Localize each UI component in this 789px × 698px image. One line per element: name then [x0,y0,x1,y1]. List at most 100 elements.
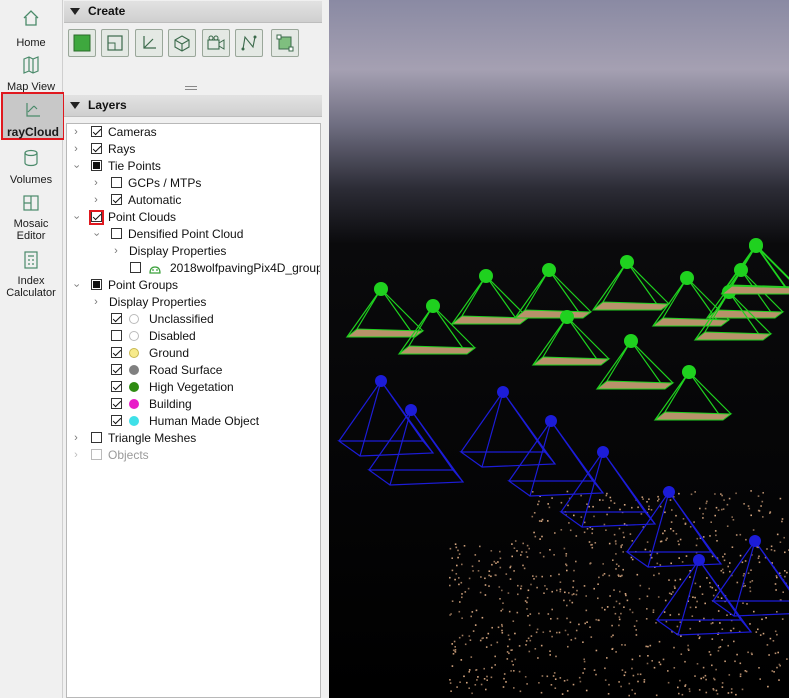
tree-row-display-properties[interactable]: › Display Properties [67,294,320,311]
road-surface-checkbox[interactable] [111,364,122,375]
tree-row-cameras[interactable]: › Cameras [67,124,320,141]
chevron-right-icon[interactable]: › [71,124,81,141]
tree-row-automatic[interactable]: › Automatic [67,192,320,209]
new-polyline-button[interactable] [235,29,263,57]
rays-checkbox[interactable] [91,143,102,154]
camera-position [375,375,387,387]
unclassified-checkbox[interactable] [111,313,122,324]
automatic-checkbox[interactable] [111,194,122,205]
building-checkbox[interactable] [111,398,122,409]
ground-point [468,671,470,673]
ground-point [457,549,459,552]
new-clip-box-button[interactable] [271,29,299,57]
chevron-right-icon[interactable]: › [91,192,101,209]
chevron-right-icon[interactable]: › [71,447,81,464]
ground-point [769,637,772,640]
new-surface-icon [107,35,123,51]
ground-point [649,644,652,647]
chevron-right-icon[interactable]: › [91,294,101,311]
chevron-down-icon[interactable]: › [88,230,105,240]
point-groups-checkbox[interactable] [91,279,102,290]
new-surface-button[interactable] [101,29,129,57]
ground-point [694,596,696,599]
ground-point [511,543,513,545]
ground-point [551,635,553,638]
chevron-right-icon[interactable]: › [111,243,121,260]
gcps-checkbox[interactable] [111,177,122,188]
ground-point [637,506,639,509]
nav-item-mosaic-editor[interactable]: Mosaic Editor [0,193,62,245]
ground-point [618,602,621,605]
tree-row-building[interactable]: Building [67,396,320,413]
ground-point [714,493,716,495]
nav-item-raycloud[interactable]: rayCloud [1,92,65,140]
ground-point [583,585,586,587]
ground-point [684,522,687,525]
chevron-right-icon[interactable]: › [91,175,101,192]
tree-row-road-surface[interactable]: Road Surface [67,362,320,379]
ground-checkbox[interactable] [111,347,122,358]
3d-scene[interactable] [329,0,789,698]
tree-row-objects[interactable]: › Objects [67,447,320,464]
layers-section-header[interactable]: Layers [64,95,322,117]
ground-point [714,514,716,517]
ground-point [698,620,701,623]
ground-point [564,629,567,632]
layers-tree: › Cameras › Rays › Tie Points › GCPs / M… [66,123,321,698]
tree-row-point-clouds[interactable]: › Point Clouds [67,209,320,226]
objects-checkbox[interactable] [91,449,102,460]
chevron-down-icon[interactable]: › [68,281,85,291]
raycloud-3d-view[interactable] [329,0,789,698]
nav-item-index-calculator[interactable]: Index Calculator [0,250,62,302]
group-checkbox[interactable] [130,262,141,273]
tree-row-unclassified[interactable]: Unclassified [67,311,320,328]
tree-label: Densified Point Cloud [128,227,244,241]
tree-row-triangle-meshes[interactable]: › Triangle Meshes [67,430,320,447]
densified-checkbox[interactable] [111,228,122,239]
ground-point [470,656,473,658]
new-video-camera-button[interactable] [202,29,230,57]
tree-row-gcps[interactable]: › GCPs / MTPs [67,175,320,192]
tree-row-human-made-object[interactable]: Human Made Object [67,413,320,430]
chevron-down-icon[interactable]: › [68,213,85,223]
tree-row-rays[interactable]: › Rays [67,141,320,158]
cameras-checkbox[interactable] [91,126,102,137]
high-vegetation-checkbox[interactable] [111,381,122,392]
ground-point [747,572,750,574]
tree-row-disabled[interactable]: Disabled [67,328,320,345]
camera-image-plane [720,285,789,295]
tree-row-ground[interactable]: Ground [67,345,320,362]
chevron-right-icon[interactable]: › [71,141,81,158]
ground-point [670,593,673,595]
tree-row-display-properties[interactable]: › Display Properties [67,243,320,260]
nav-item-map-view[interactable]: Map View [0,55,62,93]
create-section-header[interactable]: Create [64,1,322,23]
human-made-checkbox[interactable] [111,415,122,426]
nav-item-volumes[interactable]: Volumes [0,148,62,188]
tree-row-tie-points[interactable]: › Tie Points [67,158,320,175]
new-point-cloud-button[interactable] [68,29,96,57]
ground-point [585,609,588,612]
ground-point [564,591,566,594]
tree-row-densified-point-cloud[interactable]: › Densified Point Cloud [67,226,320,243]
nav-item-home[interactable]: Home [0,8,62,52]
ground-point [753,610,755,613]
ground-point [467,587,470,590]
camera-frustum [712,540,789,617]
tie-points-checkbox[interactable] [91,160,102,171]
new-axes-button[interactable] [135,29,163,57]
disabled-checkbox[interactable] [111,330,122,341]
panel-splitter[interactable] [64,86,322,90]
chevron-down-icon[interactable]: › [68,162,85,172]
tree-row-point-groups[interactable]: › Point Groups [67,277,320,294]
tree-row-group[interactable]: 2018wolfpavingPix4D_group [67,260,320,277]
ground-point [689,526,692,528]
ground-point [624,593,627,595]
ground-point [550,684,553,686]
triangle-meshes-checkbox[interactable] [91,432,102,443]
tree-row-high-vegetation[interactable]: High Vegetation [67,379,320,396]
ground-point [536,586,538,589]
new-volume-button[interactable] [168,29,196,57]
chevron-right-icon[interactable]: › [71,430,81,447]
ground-point [549,650,551,652]
